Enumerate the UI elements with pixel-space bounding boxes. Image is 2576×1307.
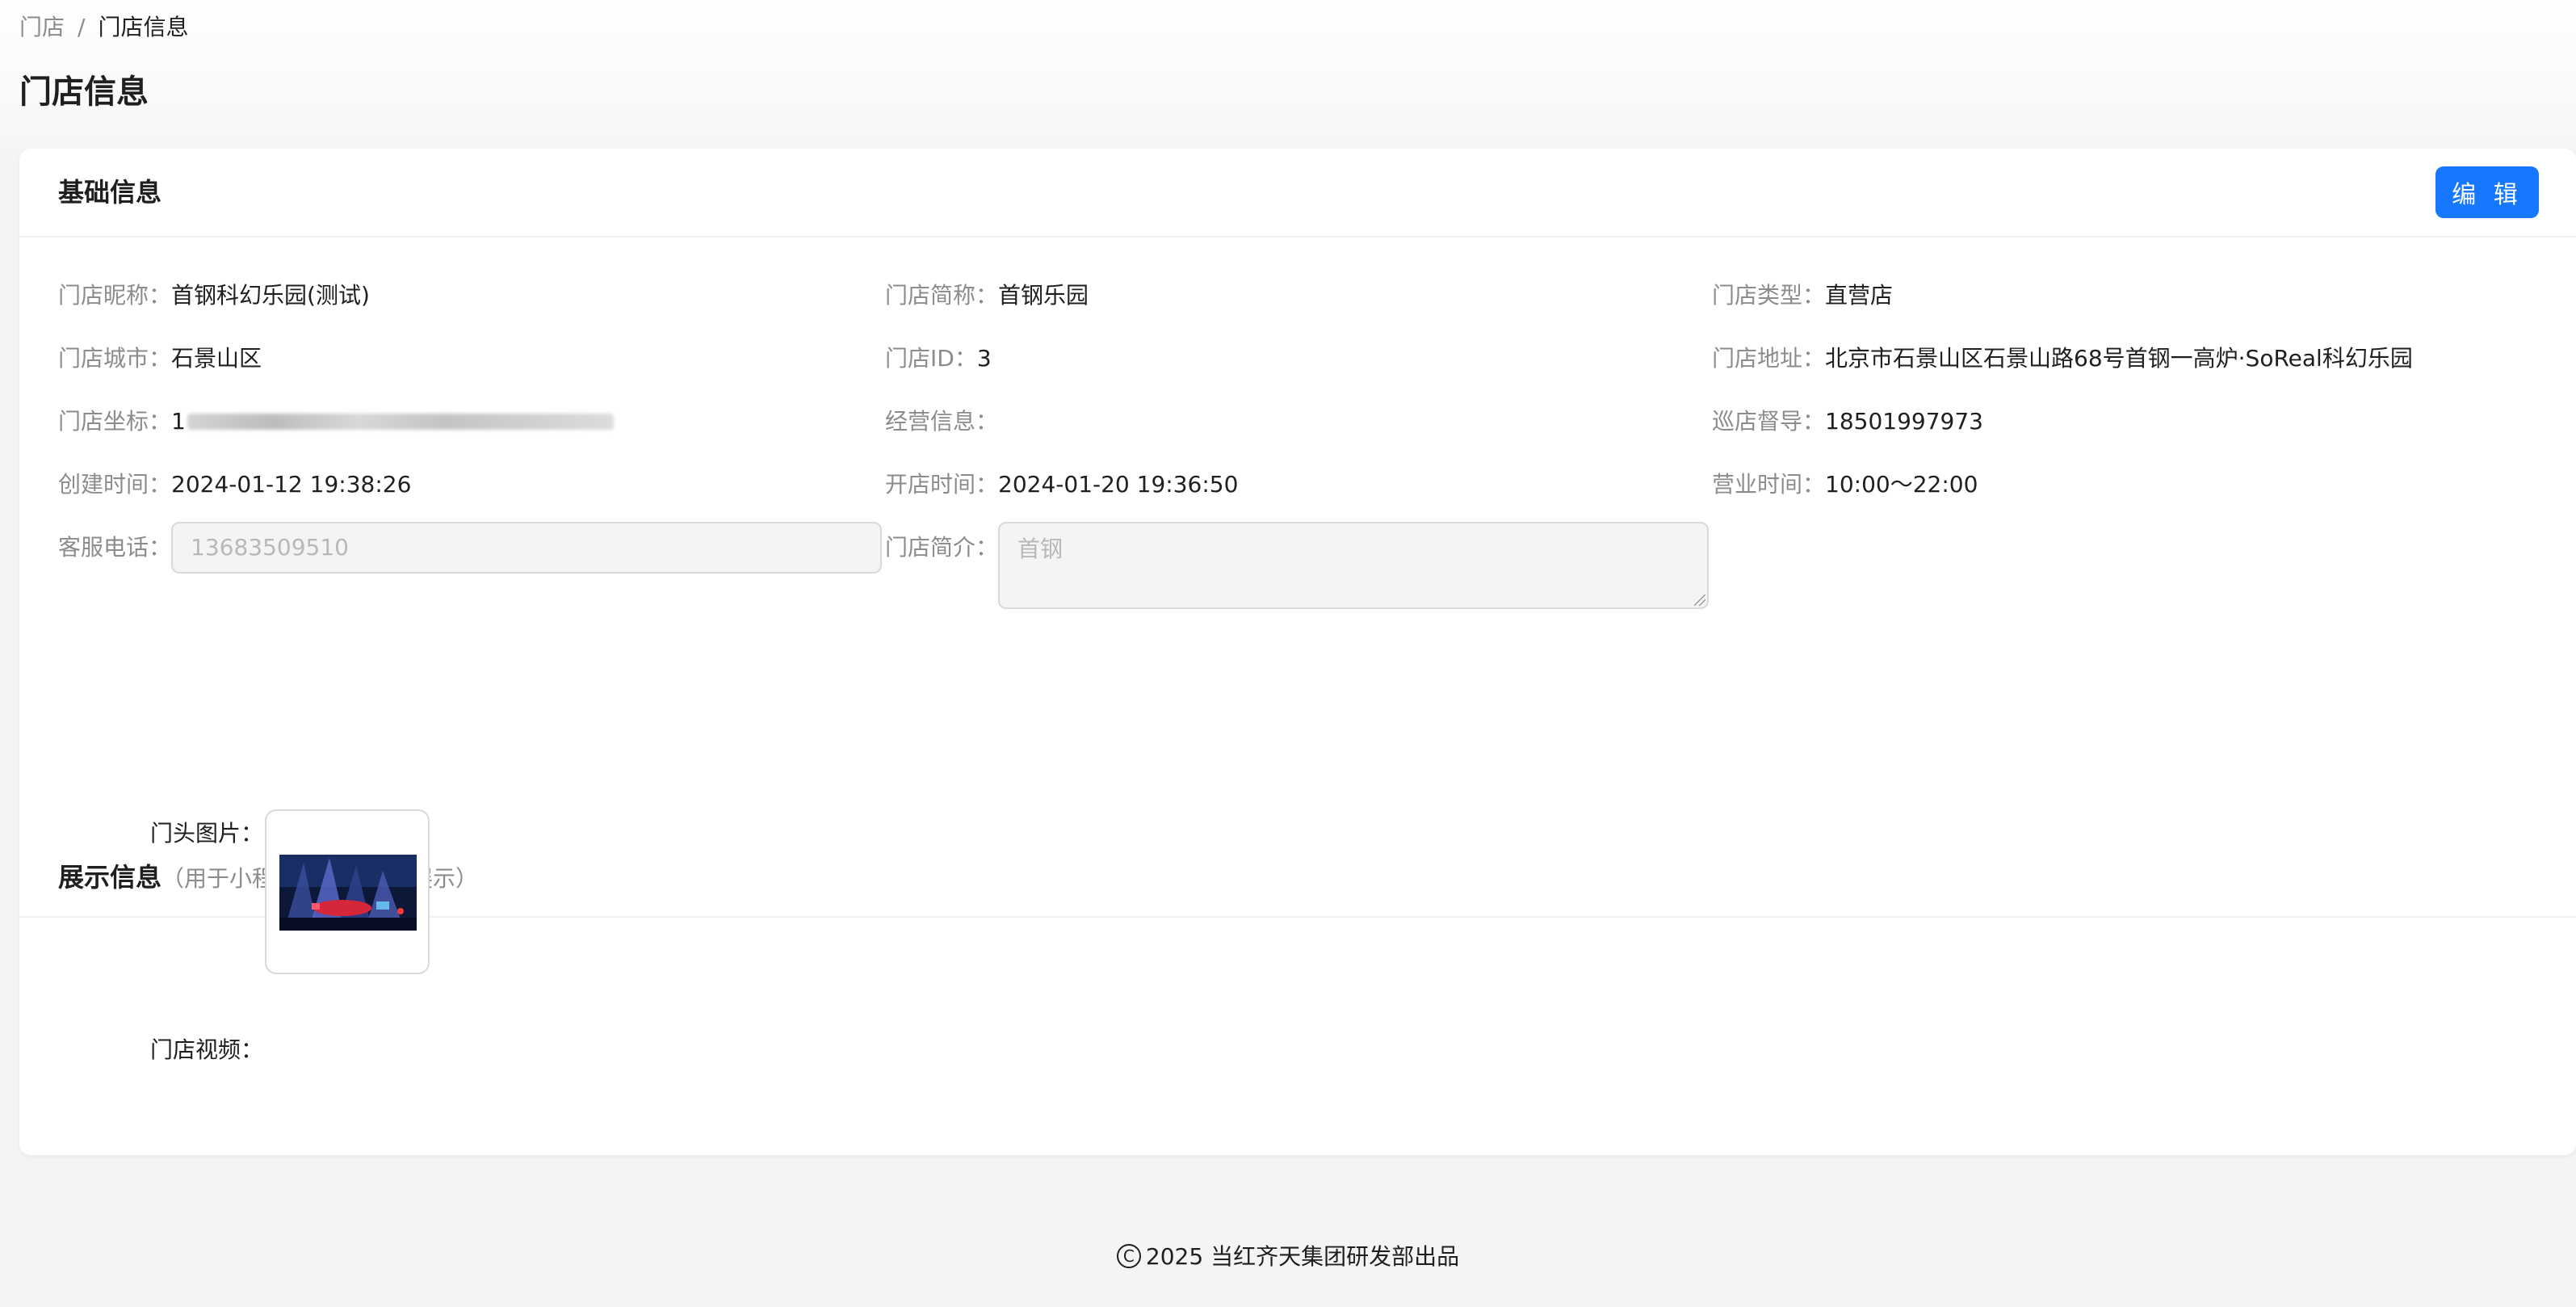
- page-header: 门店 / 门店信息 门店信息: [0, 0, 2576, 149]
- service-phone-input[interactable]: 13683509510: [171, 522, 883, 574]
- display-info-title-text: 展示信息: [58, 862, 162, 893]
- field-nickname: 门店昵称： 首钢科幻乐园(测试): [58, 278, 370, 313]
- footer-text: 2025 当红齐天集团研发部出品: [1145, 1243, 1460, 1270]
- field-value: 3: [976, 345, 992, 372]
- field-created-at: 创建时间： 2024-01-12 19:38:26: [58, 467, 411, 502]
- field-value: 2024-01-12 19:38:26: [171, 471, 412, 498]
- storefront-image-graphic: [279, 855, 417, 931]
- field-service-phone: 客服电话： 13683509510: [58, 522, 883, 574]
- edit-button[interactable]: 编 辑: [2435, 166, 2539, 218]
- field-city: 门店城市： 石景山区: [58, 341, 262, 376]
- field-value: 18501997973: [1825, 408, 1983, 435]
- breadcrumb-root-link[interactable]: 门店: [19, 11, 65, 44]
- field-label: 门店昵称：: [58, 282, 172, 309]
- field-label: 营业时间：: [1712, 471, 1826, 498]
- field-value: 直营店: [1825, 282, 1894, 309]
- field-label: 巡店督导：: [1712, 408, 1826, 435]
- field-intro: 门店简介： 首钢: [885, 522, 1710, 609]
- field-coordinates: 门店坐标： 1: [58, 404, 615, 439]
- redaction-blur: [187, 414, 615, 430]
- breadcrumb-current: 门店信息: [98, 14, 189, 40]
- field-store-type: 门店类型： 直营店: [1712, 278, 1893, 313]
- field-business-info: 经营信息：: [885, 404, 998, 439]
- storefront-image: [279, 855, 417, 931]
- field-label: 客服电话：: [58, 534, 172, 561]
- field-label: 经营信息：: [885, 408, 999, 435]
- field-label: 开店时间：: [885, 471, 999, 498]
- basic-info-header: 基础信息 编 辑: [19, 149, 2576, 237]
- basic-info-title: 基础信息: [58, 177, 162, 208]
- breadcrumb: 门店 / 门店信息: [19, 11, 188, 44]
- field-value: 2024-01-20 19:36:50: [998, 471, 1239, 498]
- field-label: 门店简介：: [885, 534, 999, 561]
- field-value: 首钢乐园: [998, 282, 1089, 309]
- field-label: 门店类型：: [1712, 282, 1826, 309]
- field-short-name: 门店简称： 首钢乐园: [885, 278, 1089, 313]
- field-label: 门店坐标：: [58, 408, 172, 435]
- field-label: 门店地址：: [1712, 345, 1826, 372]
- store-video-label: 门店视频：: [150, 1036, 264, 1063]
- storefront-image-label: 门头图片：: [150, 820, 264, 847]
- field-value: 石景山区: [171, 345, 262, 372]
- storefront-image-card[interactable]: [265, 809, 430, 974]
- copyright-icon: C: [1116, 1244, 1141, 1268]
- field-opened-at: 开店时间： 2024-01-20 19:36:50: [885, 467, 1238, 502]
- field-store-id: 门店ID： 3: [885, 341, 992, 376]
- resize-handle-icon[interactable]: [1694, 595, 1706, 606]
- field-value: 首钢科幻乐园(测试): [171, 282, 370, 309]
- field-value: 10:00～22:00: [1825, 471, 1978, 498]
- field-label: 门店城市：: [58, 345, 172, 372]
- field-label: 创建时间：: [58, 471, 172, 498]
- field-value: 北京市石景山区石景山路68号首钢一高炉·SoReal科幻乐园: [1825, 345, 2413, 372]
- breadcrumb-separator: /: [78, 14, 86, 40]
- blurred-coordinates-value: 1: [171, 404, 615, 439]
- footer: C 2025 当红齐天集团研发部出品: [0, 1239, 2576, 1275]
- intro-textarea[interactable]: 首钢: [998, 522, 1710, 609]
- field-address: 门店地址： 北京市石景山区石景山路68号首钢一高炉·SoReal科幻乐园: [1712, 341, 2413, 376]
- intro-text: 首钢: [1017, 536, 1064, 562]
- field-label: 门店简称：: [885, 282, 999, 309]
- field-label: 门店ID：: [885, 345, 977, 372]
- field-value: 1: [171, 408, 186, 435]
- field-business-hours: 营业时间： 10:00～22:00: [1712, 467, 1978, 502]
- field-supervisor: 巡店督导： 18501997973: [1712, 404, 1983, 439]
- store-info-card: 基础信息 编 辑 门店昵称： 首钢科幻乐园(测试) 门店简称： 首钢乐园 门店类…: [19, 149, 2576, 1155]
- page-title: 门店信息: [19, 74, 149, 111]
